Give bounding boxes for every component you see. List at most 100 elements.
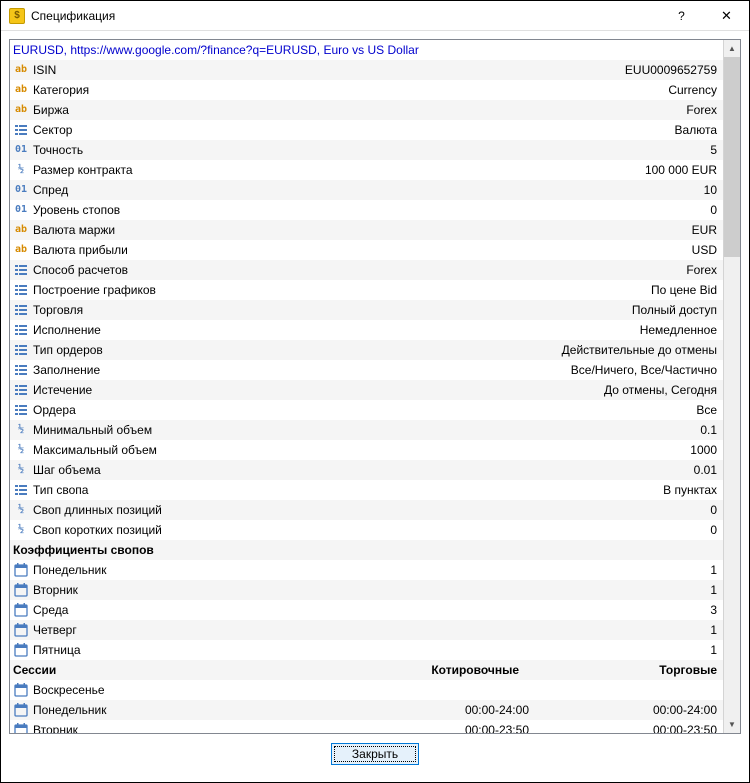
specification-dialog: $ Спецификация ? ✕ EURUSD, https://www.g… — [0, 0, 750, 783]
property-row: ½Размер контракта100 000 EUR — [10, 160, 723, 180]
property-label: Точность — [33, 140, 83, 160]
titlebar: $ Спецификация ? ✕ — [1, 1, 749, 31]
property-row: ab Валюта прибылиUSD — [10, 240, 723, 260]
swap-day-label: Четверг — [33, 620, 77, 640]
swap-day-row: Пятница1 — [10, 640, 723, 660]
property-value: По цене Bid — [156, 280, 719, 300]
session-day-label: Воскресенье — [33, 680, 345, 700]
property-label: Биржа — [33, 100, 69, 120]
property-row: ab БиржаForex — [10, 100, 723, 120]
text-type-icon: ab — [15, 240, 27, 260]
property-row: 01 Спред10 — [10, 180, 723, 200]
property-row: ИстечениеДо отмены, Сегодня — [10, 380, 723, 400]
session-row: Воскресенье — [10, 680, 723, 700]
property-label: Валюта маржи — [33, 220, 115, 240]
swap-day-value: 1 — [78, 580, 719, 600]
symbol-link-row[interactable]: EURUSD, https://www.google.com/?finance?… — [10, 40, 723, 60]
property-value: EUU0009652759 — [56, 60, 719, 80]
property-value: Полный доступ — [83, 300, 719, 320]
property-row: ½Своп коротких позиций0 — [10, 520, 723, 540]
property-value: Forex — [128, 260, 719, 280]
property-value: EUR — [115, 220, 719, 240]
session-day-label: Понедельник — [33, 700, 345, 720]
sessions-header-row: СессииКотировочныеТорговые — [10, 660, 723, 680]
app-icon: $ — [9, 8, 25, 24]
property-value: USD — [128, 240, 719, 260]
swap-day-label: Пятница — [33, 640, 81, 660]
property-row: 01Уровень стопов0 — [10, 200, 723, 220]
enum-type-icon — [13, 282, 29, 298]
swap-day-label: Вторник — [33, 580, 78, 600]
swap-day-row: Понедельник1 — [10, 560, 723, 580]
property-value: 1000 — [157, 440, 719, 460]
swap-day-label: Среда — [33, 600, 68, 620]
property-value: Все — [76, 400, 719, 420]
integer-type-icon: 01 — [15, 180, 27, 200]
property-value: 5 — [83, 140, 719, 160]
sessions-col-name: Сессии — [13, 660, 325, 680]
text-type-icon: ab — [15, 220, 27, 240]
enum-type-icon — [13, 302, 29, 318]
property-value: Currency — [89, 80, 719, 100]
property-value: Forex — [69, 100, 719, 120]
enum-type-icon — [13, 362, 29, 378]
scroll-thumb[interactable] — [724, 57, 740, 257]
session-quote-value: 00:00-23:50 — [345, 720, 533, 733]
property-label: Спред — [33, 180, 68, 200]
property-label: Валюта прибыли — [33, 240, 128, 260]
property-value: Все/Ничего, Все/Частично — [100, 360, 719, 380]
property-row: ½Минимальный объем0.1 — [10, 420, 723, 440]
session-day-label: Вторник — [33, 720, 345, 733]
enum-type-icon — [13, 342, 29, 358]
property-row: ½Максимальный объем1000 — [10, 440, 723, 460]
help-button[interactable]: ? — [659, 1, 704, 31]
property-label: Исполнение — [33, 320, 101, 340]
swap-coeff-header: Коэффициенты свопов — [10, 540, 723, 560]
enum-type-icon — [13, 122, 29, 138]
calendar-icon — [13, 702, 29, 718]
sessions-col-trade: Торговые — [523, 660, 719, 680]
enum-type-icon — [13, 482, 29, 498]
session-row: Вторник00:00-23:5000:00-23:50 — [10, 720, 723, 733]
vertical-scrollbar[interactable]: ▲ ▼ — [723, 40, 740, 733]
swap-day-row: Среда3 — [10, 600, 723, 620]
swap-day-row: Вторник1 — [10, 580, 723, 600]
property-row: ОрдераВсе — [10, 400, 723, 420]
fraction-type-icon: ½ — [18, 500, 24, 520]
close-button[interactable]: Закрыть — [331, 743, 419, 765]
property-value: 100 000 EUR — [133, 160, 719, 180]
property-row: Построение графиковПо цене Bid — [10, 280, 723, 300]
calendar-icon — [13, 682, 29, 698]
window-close-button[interactable]: ✕ — [704, 1, 749, 31]
session-quote-value: 00:00-24:00 — [345, 700, 533, 720]
swap-coeff-header-label: Коэффициенты свопов — [13, 540, 154, 560]
property-label: Категория — [33, 80, 89, 100]
property-label: Уровень стопов — [33, 200, 120, 220]
property-value: 0 — [162, 520, 719, 540]
integer-type-icon: 01 — [15, 140, 27, 160]
text-type-icon: ab — [15, 100, 27, 120]
property-row: ½Шаг объема0.01 — [10, 460, 723, 480]
fraction-type-icon: ½ — [18, 440, 24, 460]
calendar-icon — [13, 722, 29, 733]
scroll-up-button[interactable]: ▲ — [724, 40, 740, 57]
property-value: 10 — [68, 180, 719, 200]
property-value: В пунктах — [88, 480, 719, 500]
property-label: Сектор — [33, 120, 72, 140]
calendar-icon — [13, 642, 29, 658]
property-label: Шаг объема — [33, 460, 101, 480]
scroll-track[interactable] — [724, 57, 740, 716]
text-type-icon: ab — [15, 60, 27, 80]
enum-type-icon — [13, 402, 29, 418]
property-row: ab Валюта маржиEUR — [10, 220, 723, 240]
calendar-icon — [13, 582, 29, 598]
swap-day-label: Понедельник — [33, 560, 106, 580]
scroll-down-button[interactable]: ▼ — [724, 716, 740, 733]
property-value: 0.01 — [101, 460, 719, 480]
property-label: Торговля — [33, 300, 83, 320]
property-row: Тип ордеровДействительные до отмены — [10, 340, 723, 360]
property-label: Минимальный объем — [33, 420, 152, 440]
enum-type-icon — [13, 382, 29, 398]
property-row: ЗаполнениеВсе/Ничего, Все/Частично — [10, 360, 723, 380]
property-label: Своп коротких позиций — [33, 520, 162, 540]
